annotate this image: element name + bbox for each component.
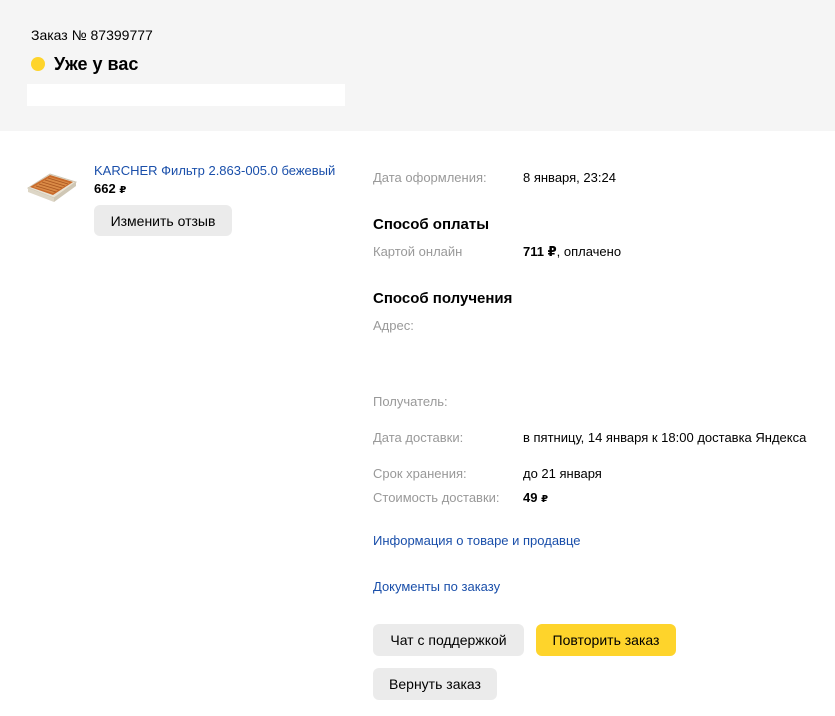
order-date-value: 8 января, 23:24 bbox=[523, 170, 616, 185]
redacted-field bbox=[27, 84, 345, 106]
product-info-link[interactable]: Информация о товаре и продавце bbox=[373, 532, 581, 549]
storage-value: до 21 января bbox=[523, 466, 602, 481]
delivery-cost-label: Стоимость доставки: bbox=[373, 490, 500, 505]
order-date-label: Дата оформления: bbox=[373, 170, 487, 185]
product-title-link[interactable]: KARCHER Фильтр 2.863-005.0 бежевый bbox=[94, 162, 335, 179]
support-chat-button[interactable]: Чат с поддержкой bbox=[373, 624, 524, 656]
repeat-order-button[interactable]: Повторить заказ bbox=[536, 624, 676, 656]
status-text: Уже у вас bbox=[54, 54, 139, 74]
order-header: Заказ № 87399777 Уже у вас bbox=[0, 0, 835, 131]
currency-sign: ₽ bbox=[541, 494, 549, 505]
payment-method-label: Картой онлайн bbox=[373, 244, 463, 259]
delivery-date-value: в пятницу, 14 января к 18:00 доставка Ян… bbox=[523, 430, 807, 445]
order-documents-link[interactable]: Документы по заказу bbox=[373, 578, 500, 595]
address-label: Адрес: bbox=[373, 318, 414, 333]
payment-amount: 711 ₽ bbox=[523, 244, 557, 259]
delivery-cost-value: 49 ₽ bbox=[523, 489, 548, 508]
delivery-cost-amount: 49 bbox=[523, 490, 538, 505]
payment-status: , оплачено bbox=[556, 244, 622, 259]
storage-label: Срок хранения: bbox=[373, 466, 467, 481]
payment-value: 711 ₽, оплачено bbox=[523, 243, 621, 260]
order-number: Заказ № 87399777 bbox=[31, 27, 153, 43]
air-filter-icon[interactable] bbox=[26, 166, 78, 206]
recipient-label: Получатель: bbox=[373, 394, 448, 409]
order-status: Уже у вас bbox=[31, 53, 138, 75]
payment-method-title: Способ оплаты bbox=[373, 216, 490, 233]
currency-sign: ₽ bbox=[119, 185, 127, 196]
product-price: 662 ₽ bbox=[94, 180, 126, 199]
product-price-value: 662 bbox=[94, 181, 116, 196]
status-dot-icon bbox=[31, 57, 45, 71]
delivery-date-label: Дата доставки: bbox=[373, 430, 464, 445]
return-order-button[interactable]: Вернуть заказ bbox=[373, 668, 497, 700]
delivery-method-title: Способ получения bbox=[373, 290, 513, 307]
edit-review-button[interactable]: Изменить отзыв bbox=[94, 205, 232, 236]
